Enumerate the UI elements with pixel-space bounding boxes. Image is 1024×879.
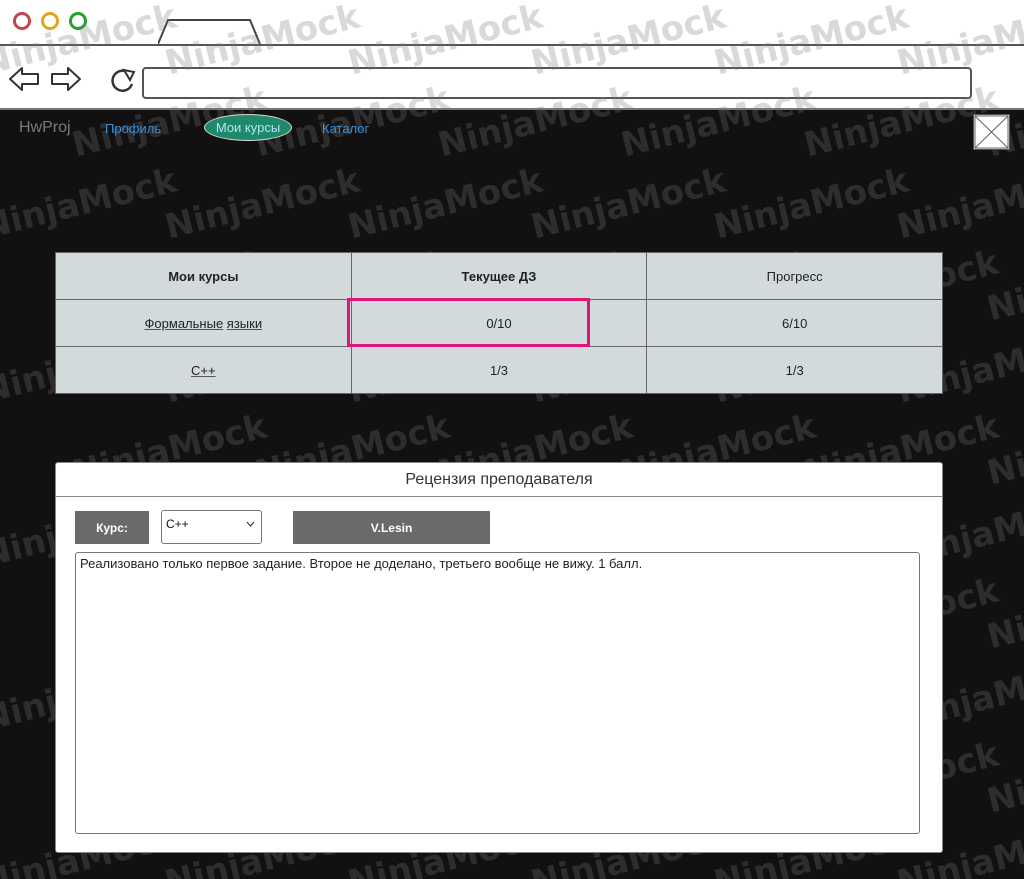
close-window-button[interactable] <box>13 12 31 30</box>
course-link-cpp[interactable]: C++ <box>191 363 216 378</box>
watermark-text: NinjaMock <box>893 160 1024 248</box>
review-textarea[interactable]: Реализовано только первое задание. Второ… <box>75 552 920 834</box>
image-placeholder-icon <box>973 114 1010 150</box>
address-bar[interactable] <box>142 67 972 99</box>
app-navbar: HwProj Профиль Мои курсы Каталог <box>0 110 1024 150</box>
nav-profile-link[interactable]: Профиль <box>105 121 161 136</box>
col-header-my-courses: Мои курсы <box>55 252 352 300</box>
progress-cell: 1/3 <box>646 346 943 394</box>
chevron-down-icon <box>246 521 255 527</box>
table-row: C++ 1/3 1/3 <box>55 346 943 394</box>
watermark-text: NinjaMock <box>983 734 1024 822</box>
watermark-text: NinjaMock <box>710 160 913 248</box>
watermark-text: NinjaMock <box>983 406 1024 494</box>
nav-my-courses-link[interactable]: Мои курсы <box>204 114 292 141</box>
back-arrow-icon[interactable] <box>8 66 40 92</box>
minimize-window-button[interactable] <box>41 12 59 30</box>
courses-table: Мои курсы Текущее ДЗ Прогресс Формальные… <box>55 252 943 394</box>
course-link-formal-languages-part2[interactable]: языки <box>227 316 262 331</box>
course-select[interactable]: C++ <box>161 510 262 544</box>
course-cell: C++ <box>55 346 352 394</box>
watermark-text: NinjaMock <box>0 160 181 248</box>
table-row: Формальные языки 0/10 6/10 <box>55 299 943 347</box>
nav-catalog-link[interactable]: Каталог <box>322 121 369 136</box>
table-header-row: Мои курсы Текущее ДЗ Прогресс <box>55 252 943 300</box>
review-panel: Рецензия преподавателя Курс: C++ V.Lesin… <box>55 462 943 853</box>
course-link-formal-languages-part1[interactable]: Формальные <box>145 316 224 331</box>
col-header-current-hw: Текущее ДЗ <box>350 252 648 300</box>
watermark-text: NinjaMock <box>527 160 730 248</box>
maximize-window-button[interactable] <box>69 12 87 30</box>
current-hw-cell: 1/3 <box>350 346 648 394</box>
course-select-value: C++ <box>166 517 189 531</box>
progress-cell: 6/10 <box>646 299 943 347</box>
watermark-text: NinjaMock <box>161 160 364 248</box>
forward-arrow-icon[interactable] <box>50 66 82 92</box>
browser-tab[interactable] <box>158 18 262 44</box>
col-header-progress: Прогресс <box>646 252 943 300</box>
watermark-text: NinjaMock <box>983 242 1024 330</box>
course-label: Курс: <box>75 511 149 544</box>
current-hw-cell: 0/10 <box>350 299 648 347</box>
review-title: Рецензия преподавателя <box>56 463 942 497</box>
watermark-text: NinjaMock <box>983 570 1024 658</box>
browser-toolbar <box>0 46 1024 110</box>
browser-tab-bar <box>0 0 1024 46</box>
course-cell: Формальные языки <box>55 299 352 347</box>
reload-icon[interactable] <box>108 66 138 96</box>
watermark-text: NinjaMock <box>344 160 547 248</box>
brand-logo[interactable]: HwProj <box>19 119 71 137</box>
reviewer-button[interactable]: V.Lesin <box>293 511 490 544</box>
